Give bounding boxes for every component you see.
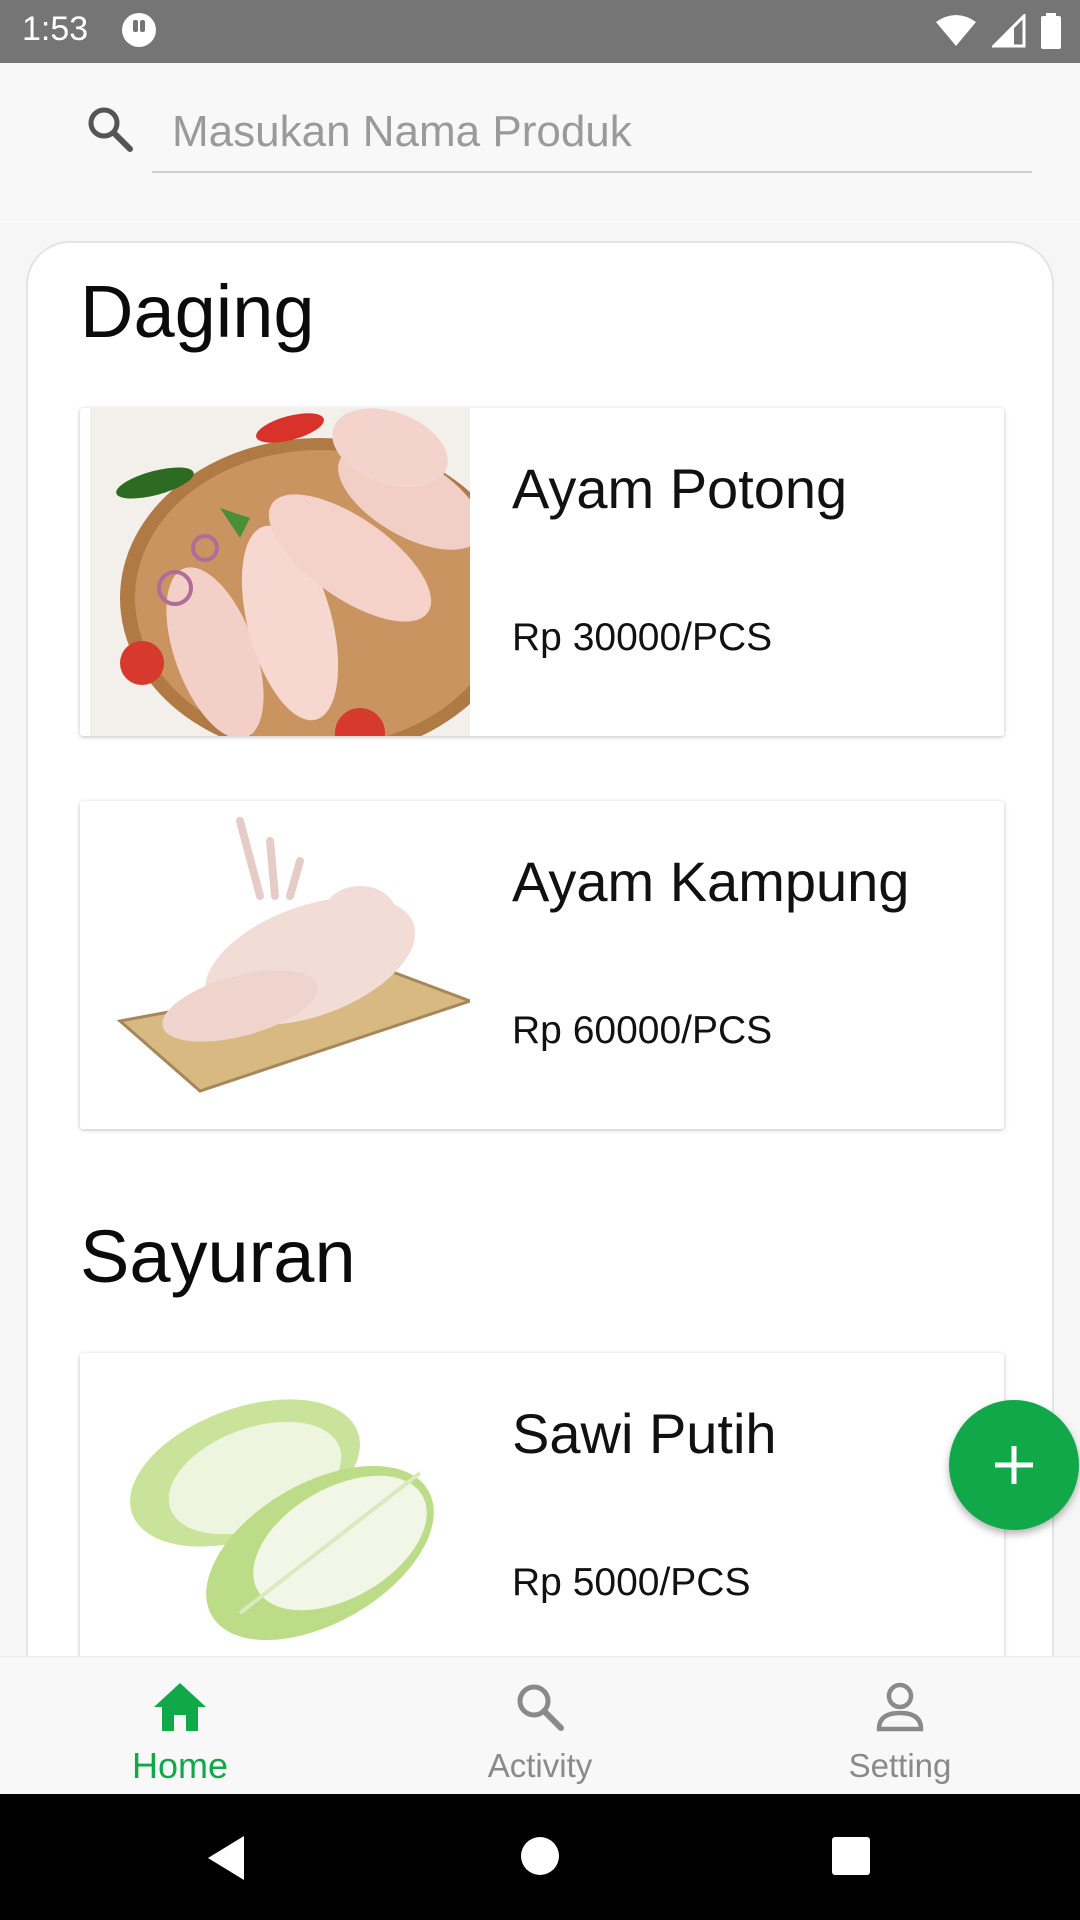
home-icon <box>154 1683 206 1731</box>
back-icon[interactable] <box>204 1834 248 1882</box>
status-indicators <box>934 12 1062 50</box>
nav-item-activity[interactable]: Activity <box>360 1657 720 1795</box>
product-image-napa-cabbage <box>90 1353 470 1659</box>
app-notification-icon <box>122 13 156 47</box>
product-image-whole-chicken <box>90 801 470 1129</box>
nav-item-setting[interactable]: Setting <box>720 1657 1080 1795</box>
section-title-sayuran: Sayuran <box>80 1215 356 1298</box>
search-bar <box>0 63 1080 223</box>
search-input[interactable] <box>152 93 1032 173</box>
product-price: Rp 30000/PCS <box>512 616 773 659</box>
product-price: Rp 5000/PCS <box>512 1561 751 1604</box>
product-name: Ayam Potong <box>512 457 848 520</box>
add-product-button[interactable] <box>949 1400 1079 1530</box>
nav-label-home: Home <box>131 1745 229 1786</box>
product-card[interactable]: Sawi Putih Rp 5000/PCS <box>80 1353 1004 1659</box>
bottom-navigation: Home Activity Setting <box>0 1656 1080 1795</box>
product-card[interactable]: Ayam Potong Rp 30000/PCS <box>80 408 1004 736</box>
battery-icon <box>1041 13 1061 49</box>
product-card[interactable]: Ayam Kampung Rp 60000/PCS <box>80 801 1004 1129</box>
nav-label-setting: Setting <box>848 1747 952 1784</box>
signal-icon <box>992 14 1026 48</box>
recents-icon[interactable] <box>831 1836 871 1876</box>
status-bar: 1:53 <box>0 0 1080 63</box>
search-icon <box>88 107 133 152</box>
system-navigation-bar <box>0 1794 1080 1920</box>
product-price: Rp 60000/PCS <box>512 1009 773 1052</box>
wifi-icon <box>936 15 976 46</box>
home-circle-icon[interactable] <box>520 1836 560 1876</box>
nav-item-home[interactable]: Home <box>0 1657 360 1795</box>
search-icon <box>517 1684 564 1731</box>
product-list-card: Daging Ayam Potong Rp 30000/PCS Ayam Kam… <box>26 241 1054 1661</box>
product-name: Ayam Kampung <box>512 850 910 913</box>
section-title-daging: Daging <box>80 270 315 353</box>
product-name: Sawi Putih <box>512 1402 777 1465</box>
person-icon <box>876 1682 924 1732</box>
product-image-chicken-drumsticks <box>90 408 470 736</box>
status-time: 1:53 <box>22 10 89 48</box>
nav-label-activity: Activity <box>487 1747 593 1784</box>
plus-icon <box>995 1446 1033 1484</box>
